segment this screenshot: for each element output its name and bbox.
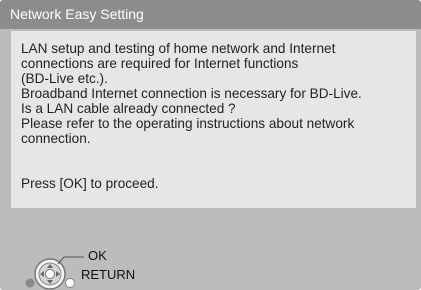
title-bar: Network Easy Setting bbox=[0, 0, 421, 29]
message-line: Broadband Internet connection is necessa… bbox=[21, 86, 362, 101]
return-hint-label: RETURN bbox=[81, 267, 136, 282]
message-line: Please refer to the operating instructio… bbox=[21, 116, 355, 131]
message-panel: LAN setup and testing of home network an… bbox=[11, 31, 416, 208]
message-line: Is a LAN cable already connected ? bbox=[21, 101, 236, 116]
message-line: connection. bbox=[21, 131, 91, 146]
remote-control-dpad-icon bbox=[25, 256, 84, 290]
dialog-title: Network Easy Setting bbox=[10, 6, 144, 22]
navigation-hints: OK RETURN bbox=[0, 238, 421, 290]
dialog-screen: Network Easy Setting LAN setup and testi… bbox=[0, 0, 421, 290]
left-dot-icon bbox=[25, 278, 35, 288]
message-line: LAN setup and testing of home network an… bbox=[21, 41, 336, 56]
message-line: (BD-Live etc.). bbox=[21, 71, 108, 86]
message-line: connections are required for Internet fu… bbox=[21, 56, 299, 71]
return-dot-icon bbox=[65, 278, 75, 288]
proceed-instruction: Press [OK] to proceed. bbox=[21, 176, 159, 191]
ok-hint-label: OK bbox=[88, 248, 107, 263]
